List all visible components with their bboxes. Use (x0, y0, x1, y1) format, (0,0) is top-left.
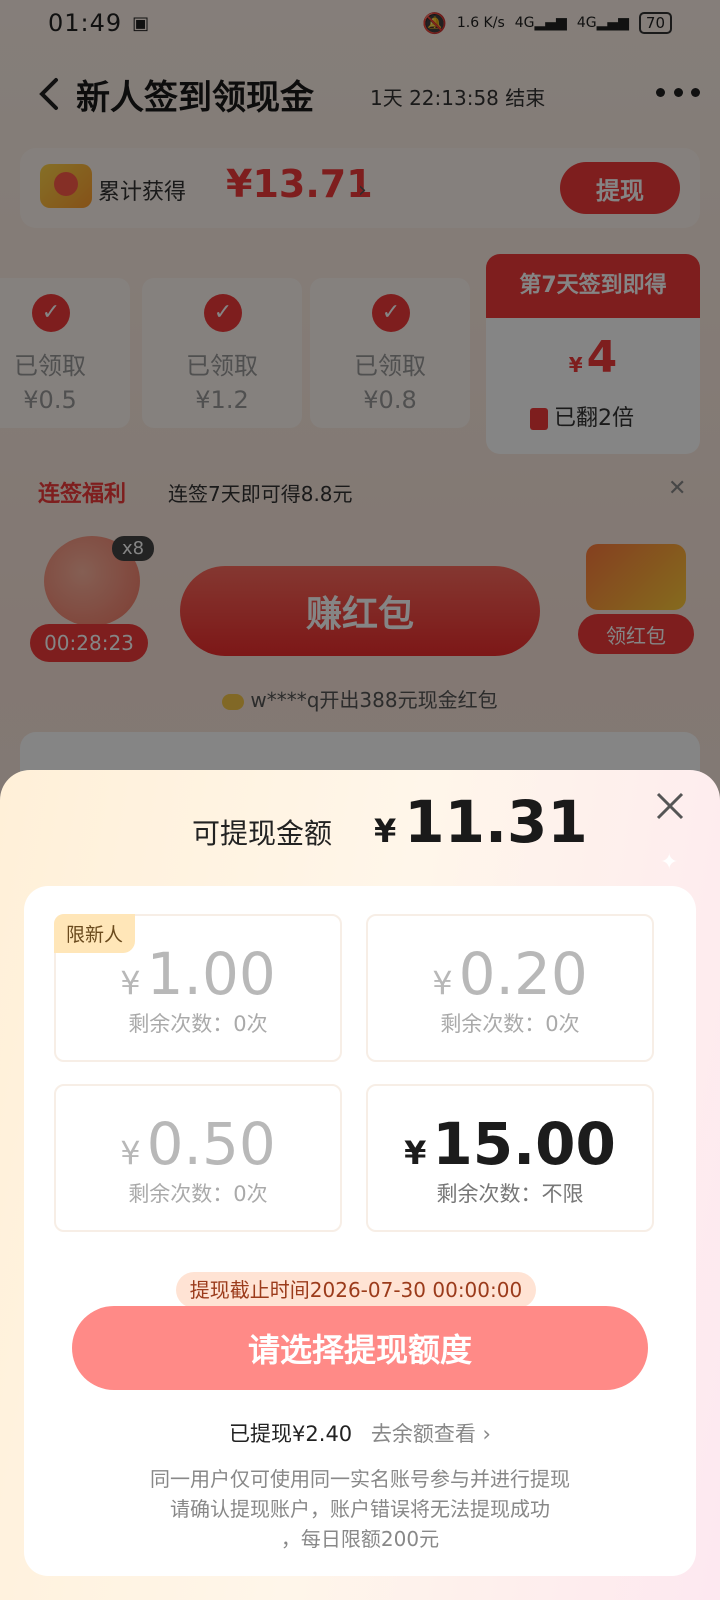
option-amount: ¥15.00 (404, 1110, 616, 1178)
note-line: 请确认提现账户，账户错误将无法提现成功 (170, 1497, 550, 1521)
option-remaining: 剩余次数：0次 (128, 1012, 268, 1036)
close-icon[interactable] (650, 786, 690, 826)
option-amount: ¥1.00 (120, 940, 276, 1008)
page: 01:49 ▣ 🔕 1.6 K/s 4G▂▄▆ 4G▂▄▆ 70 新人签到领现金… (0, 0, 720, 1600)
withdraw-sheet: ✦ 可提现金额 ¥11.31 限新人 ¥1.00 剩余次数：0次 ¥0.20 剩… (0, 770, 720, 1600)
sparkle-icon: ✦ (660, 850, 679, 875)
withdraw-notes: 同一用户仅可使用同一实名账号参与并进行提现 请确认提现账户，账户错误将无法提现成… (24, 1464, 696, 1554)
withdraw-option-1[interactable]: 限新人 ¥1.00 剩余次数：0次 (54, 914, 342, 1062)
option-remaining: 剩余次数：0次 (128, 1182, 268, 1206)
withdrawn-summary: 已提现¥2.40 去余额查看 › (24, 1418, 696, 1448)
choose-amount-button[interactable]: 请选择提现额度 (72, 1306, 648, 1390)
note-line: 同一用户仅可使用同一实名账号参与并进行提现 (150, 1467, 570, 1491)
withdraw-option-4[interactable]: ¥15.00 剩余次数：不限 (366, 1084, 654, 1232)
option-remaining: 剩余次数：不限 (436, 1182, 584, 1206)
withdraw-option-3[interactable]: ¥0.50 剩余次数：0次 (54, 1084, 342, 1232)
withdraw-deadline: 提现截止时间2026-07-30 00:00:00 (176, 1272, 536, 1308)
option-remaining: 剩余次数：0次 (440, 1012, 580, 1036)
option-amount: ¥0.50 (120, 1110, 276, 1178)
option-amount: ¥0.20 (432, 940, 588, 1008)
withdrawable-label: 可提现金额 (192, 817, 333, 850)
withdrawable-amount: ¥11.31 (374, 788, 588, 856)
withdraw-options-panel: 限新人 ¥1.00 剩余次数：0次 ¥0.20 剩余次数：0次 ¥0.50 剩余… (24, 886, 696, 1576)
withdraw-option-2[interactable]: ¥0.20 剩余次数：0次 (366, 914, 654, 1062)
withdrawn-amount: 已提现¥2.40 (229, 1422, 353, 1446)
view-balance-link[interactable]: 去余额查看 › (371, 1422, 491, 1446)
note-line: ，每日限额200元 (280, 1527, 440, 1551)
